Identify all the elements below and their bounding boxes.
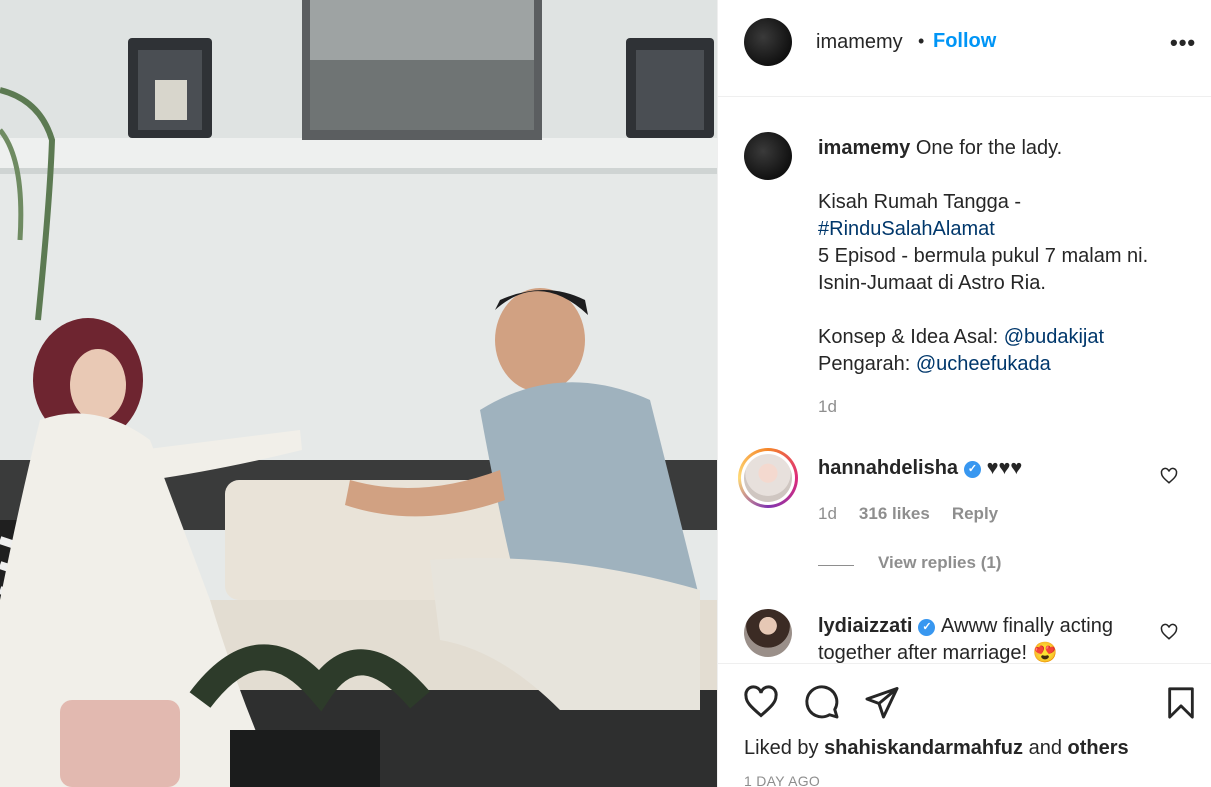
post-image [0, 0, 717, 787]
post-timestamp[interactable]: 1 DAY AGO [744, 773, 820, 787]
view-replies-button[interactable]: View replies (1) [878, 553, 1001, 573]
caption-text: imamemy One for the lady. Kisah Rumah Ta… [818, 135, 1188, 378]
separator-dot: • [918, 31, 925, 51]
comment-1-like-heart-icon[interactable] [1160, 467, 1178, 485]
commenter-avatar [744, 454, 792, 502]
comment-2: lydiaizzati ✓ Awww finally acting togethe… [818, 613, 1148, 663]
commenter-2-avatar[interactable] [744, 609, 792, 657]
comment-1-username[interactable]: hannahdelisha [818, 457, 958, 479]
caption-line-7-prefix: Pengarah: [818, 353, 916, 375]
comment-1: hannahdelisha ✓ ♥♥♥ [818, 457, 1022, 480]
liked-by-and: and [1023, 737, 1068, 759]
caption-line-5: Isnin-Jumaat di Astro Ria. [818, 272, 1046, 294]
instagram-post-view: imamemy • Follow ••• imamemy One for the… [0, 0, 1211, 787]
caption-line-6-prefix: Konsep & Idea Asal: [818, 326, 1004, 348]
liked-by-prefix: Liked by [744, 737, 825, 759]
verified-badge-icon: ✓ [964, 461, 982, 478]
comment-1-reply-button[interactable]: Reply [952, 504, 998, 523]
caption-avatar[interactable] [744, 132, 792, 180]
caption-line-2: Kisah Rumah Tangga - [818, 191, 1022, 213]
comment-1-time: 1d [818, 504, 837, 523]
caption-username[interactable]: imamemy [818, 137, 910, 159]
liked-by-text: Liked by shahiskandarmahfuz and others [744, 737, 1129, 760]
caption-line-4: 5 Episod - bermula pukul 7 malam ni. [818, 245, 1149, 267]
share-icon[interactable] [864, 684, 900, 720]
author-username[interactable]: imamemy [816, 31, 903, 54]
liked-by-user[interactable]: shahiskandarmahfuz [824, 737, 1023, 759]
post-header: imamemy • Follow ••• [718, 0, 1211, 97]
liked-by-others[interactable]: others [1068, 737, 1129, 759]
comment-2-text-line-2: together after marriage! 😍 [818, 642, 1058, 663]
comment-1-text: ♥♥♥ [986, 457, 1023, 479]
post-actions-bar: Liked by shahiskandarmahfuz and others 1… [718, 663, 1211, 787]
bookmark-icon[interactable] [1164, 684, 1198, 722]
avatar-ring-gap [741, 451, 795, 505]
commenter-avatar-story-ring[interactable] [738, 448, 798, 508]
comment-2-text: Awww finally acting [941, 615, 1113, 637]
heart-icon[interactable] [742, 684, 780, 720]
caption-line-1: One for the lady. [915, 137, 1063, 159]
comments-section[interactable]: imamemy One for the lady. Kisah Rumah Ta… [718, 97, 1211, 663]
mention-budakijat[interactable]: @budakijat [1004, 326, 1104, 348]
post-photo[interactable] [0, 0, 717, 787]
mention-ucheefukada[interactable]: @ucheefukada [916, 353, 1051, 375]
comment-1-meta: 1d 316 likes Reply [818, 504, 998, 524]
verified-badge-icon: ✓ [918, 619, 936, 636]
author-avatar[interactable] [744, 18, 792, 66]
follow-button[interactable]: Follow [933, 30, 996, 53]
comment-icon[interactable] [804, 684, 840, 720]
caption-timestamp: 1d [818, 397, 837, 416]
comment-2-like-heart-icon[interactable] [1160, 623, 1178, 641]
view-replies-divider [818, 565, 854, 566]
comment-1-likes[interactable]: 316 likes [859, 504, 930, 523]
more-icon[interactable]: ••• [1170, 30, 1196, 56]
caption-hashtag[interactable]: #RinduSalahAlamat [818, 216, 1188, 243]
comment-2-username[interactable]: lydiaizzati [818, 615, 912, 637]
post-side-panel: imamemy • Follow ••• imamemy One for the… [717, 0, 1211, 787]
